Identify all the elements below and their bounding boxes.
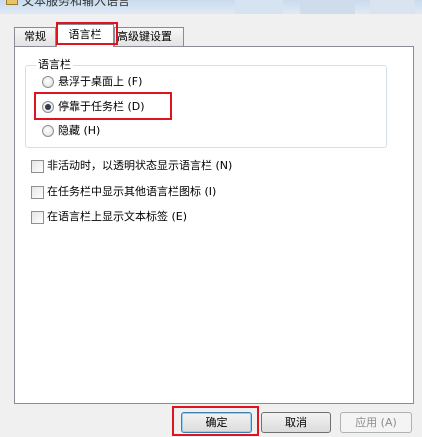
- window-title-bar: 文本服务和输入语言: [0, 0, 422, 14]
- checkbox[interactable]: [31, 159, 44, 173]
- tab-language-bar[interactable]: 语言栏: [56, 24, 114, 47]
- radio-label: 隐藏 (H): [58, 124, 101, 137]
- checkbox-show-text-labels[interactable]: 在语言栏上显示文本标签 (E): [31, 209, 187, 225]
- tab-advanced-key-settings[interactable]: 高级键设置: [114, 27, 184, 46]
- blurred-area: [235, 0, 283, 14]
- blurred-area: [370, 0, 415, 14]
- radio-float-on-desktop[interactable]: 悬浮于桌面上 (F): [42, 74, 142, 90]
- ok-button[interactable]: 确定: [181, 412, 252, 433]
- checkbox[interactable]: [31, 185, 44, 199]
- checkbox[interactable]: [31, 210, 44, 224]
- groupbox-legend: 语言栏: [36, 56, 73, 72]
- checkbox-label: 在语言栏上显示文本标签 (E): [47, 210, 188, 223]
- tab-panel-language-bar: 语言栏 悬浮于桌面上 (F) 停靠于任务栏 (D) 隐藏 (H) 非活动时，以透…: [14, 46, 414, 404]
- window-title: 文本服务和输入语言: [22, 0, 131, 8]
- radio-hidden[interactable]: 隐藏 (H): [42, 123, 100, 139]
- radio-button[interactable]: [42, 76, 54, 88]
- keyboard-app-icon: [6, 0, 18, 5]
- checkbox-show-extra-icons-in-taskbar[interactable]: 在任务栏中显示其他语言栏图标 (I): [31, 184, 216, 200]
- radio-docked-in-taskbar[interactable]: 停靠于任务栏 (D): [42, 99, 145, 115]
- checkbox-label: 在任务栏中显示其他语言栏图标 (I): [47, 185, 217, 198]
- cancel-button[interactable]: 取消: [261, 412, 331, 433]
- apply-button[interactable]: 应用 (A): [340, 412, 412, 433]
- tab-general[interactable]: 常规: [14, 27, 56, 46]
- checkbox-transparent-when-inactive[interactable]: 非活动时，以透明状态显示语言栏 (N): [31, 158, 232, 174]
- radio-button-selected[interactable]: [42, 101, 54, 113]
- radio-label: 悬浮于桌面上 (F): [58, 75, 143, 88]
- blurred-area: [300, 0, 355, 14]
- radio-button[interactable]: [42, 125, 54, 137]
- checkbox-label: 非活动时，以透明状态显示语言栏 (N): [47, 159, 233, 172]
- radio-label: 停靠于任务栏 (D): [58, 100, 145, 113]
